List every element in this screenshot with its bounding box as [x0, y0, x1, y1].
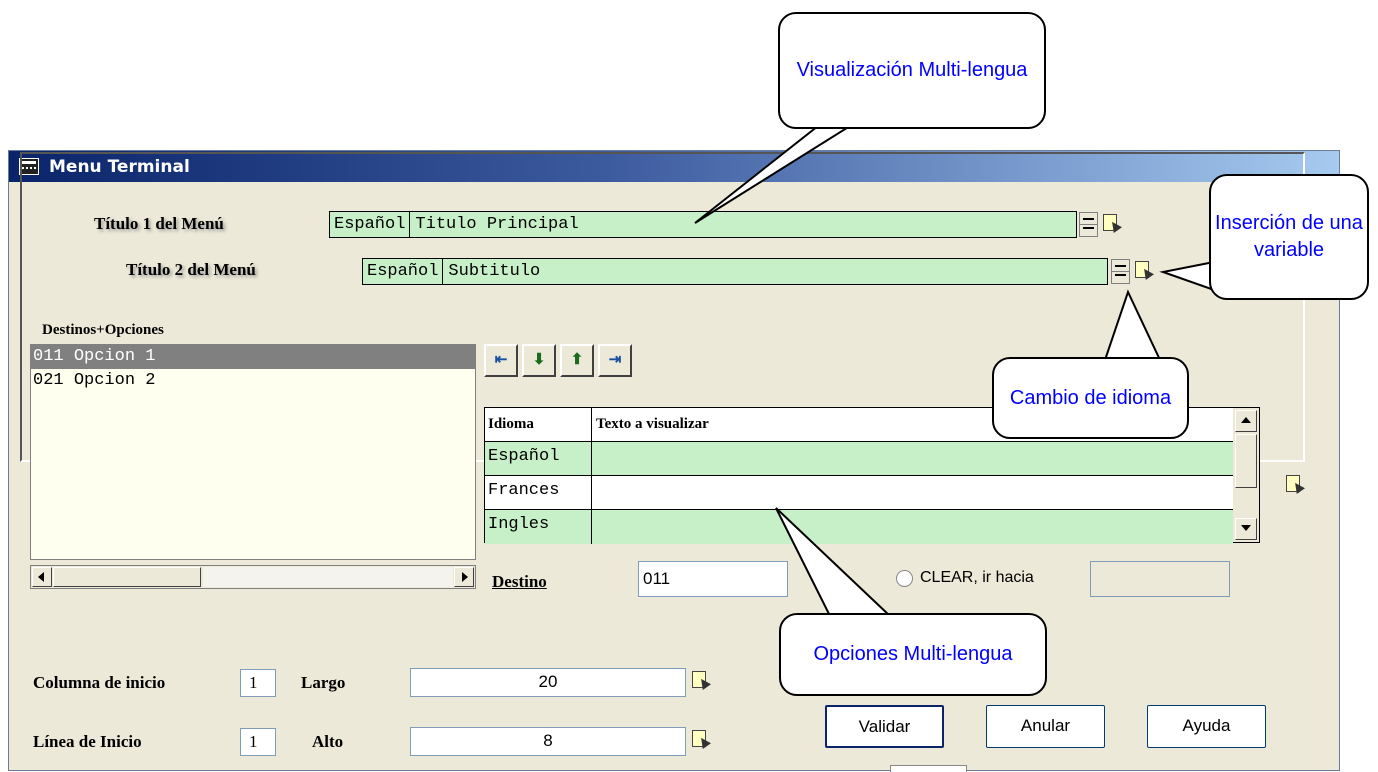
callout-cambio: Cambio de idioma — [992, 357, 1189, 439]
callout-insercion: Inserción de una variable — [1209, 174, 1369, 300]
pointer-opciones — [775, 507, 893, 617]
callout-visualizacion: Visualización Multi-lengua — [778, 12, 1046, 129]
pointer-insercion — [1159, 260, 1215, 292]
callout-opciones: Opciones Multi-lengua — [779, 613, 1047, 696]
pointer-visualizacion — [694, 125, 854, 224]
pointer-cambio — [1103, 289, 1162, 361]
